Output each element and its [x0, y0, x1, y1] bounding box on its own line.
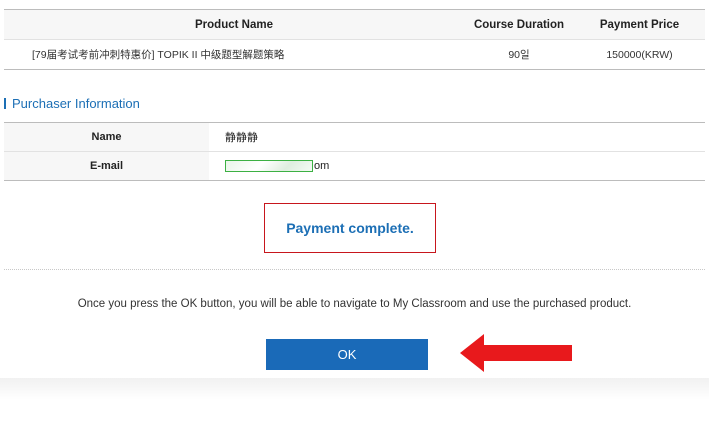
table-row: [79届考试考前冲刺特惠价] TOPIK II 中级题型解题策略 90일 150… [4, 39, 705, 70]
product-table-header-row: Product Name Course Duration Payment Pri… [4, 9, 705, 40]
purchaser-email-row: E-mail om [4, 151, 705, 181]
header-product-name: Product Name [4, 9, 464, 40]
product-name-cell: [79届考试考前冲刺特惠价] TOPIK II 中级题型解题策略 [4, 39, 464, 70]
ok-button[interactable]: OK [266, 339, 428, 370]
product-table: Product Name Course Duration Payment Pri… [4, 9, 705, 70]
email-redaction [225, 160, 313, 172]
email-label: E-mail [4, 151, 209, 181]
section-marker-bar [4, 98, 6, 109]
purchaser-name-row: Name 静静静 [4, 122, 705, 152]
payment-status-message: Payment complete. [286, 220, 414, 236]
navigation-notice: Once you press the OK button, you will b… [77, 298, 632, 310]
header-course-duration: Course Duration [464, 9, 574, 40]
header-payment-price: Payment Price [574, 9, 705, 40]
arrow-shape [460, 334, 572, 372]
purchaser-info-table: Name 静静静 E-mail om [4, 122, 705, 181]
name-value: 静静静 [209, 122, 705, 152]
course-duration-cell: 90일 [464, 39, 574, 70]
email-visible-suffix: om [314, 160, 330, 172]
payment-status-box: Payment complete. [264, 203, 436, 253]
purchaser-section-title: Purchaser Information [4, 96, 140, 111]
purchaser-section-title-text: Purchaser Information [12, 96, 140, 111]
name-label: Name [4, 122, 209, 152]
payment-price-cell: 150000(KRW) [574, 39, 705, 70]
footer-shadow [0, 378, 709, 431]
red-arrow-pointer [460, 334, 572, 372]
dotted-divider [4, 269, 705, 270]
email-value: om [209, 151, 705, 181]
